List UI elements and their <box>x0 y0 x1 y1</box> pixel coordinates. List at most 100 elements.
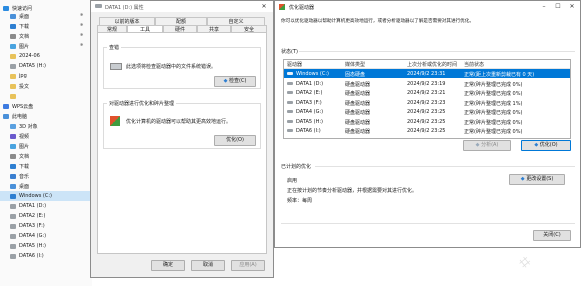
sidebar-item[interactable]: 桌面 <box>0 181 90 191</box>
maximize-icon[interactable]: ☐ <box>551 2 565 11</box>
sidebar-item[interactable]: DATA1 (D:) <box>0 201 90 211</box>
sidebar-item[interactable]: 文档 ✱ <box>0 31 90 41</box>
change-settings-button[interactable]: ◆ 更改设置(S) <box>509 174 565 185</box>
sidebar-item-label: 视频 <box>19 133 30 140</box>
defrag-app-icon <box>279 4 285 10</box>
drive-media-type: 固态硬盘 <box>345 72 366 78</box>
drive-row[interactable]: Windows (C:) 固态硬盘 2024/9/2 23:31 正常(距上次重新剪裁… <box>284 69 570 78</box>
download-folder-icon <box>10 23 16 29</box>
sidebar-item[interactable]: 音乐 <box>0 171 90 181</box>
sidebar-item[interactable]: WPS云盘 <box>0 101 90 111</box>
sidebar-item[interactable]: DATA5 (H:) <box>0 61 90 71</box>
drive-row[interactable]: DATA3 (F:) 硬盘驱动器 2024/9/2 23:23 正常(碎片整理已完成 … <box>284 98 570 107</box>
optimize-button[interactable]: 优化(O) <box>214 135 256 146</box>
close-icon[interactable]: ✕ <box>257 2 271 11</box>
drive-icon <box>10 253 16 259</box>
sidebar-item[interactable]: 下载 <box>0 161 90 171</box>
drive-row[interactable]: DATA2 (E:) 硬盘驱动器 2024/9/2 23:21 正常(碎片整理已完成 … <box>284 88 570 97</box>
windows-drive-icon <box>10 193 16 199</box>
close-button[interactable]: 关闭(C) <box>533 230 571 241</box>
explorer-sidebar: 快速访问 桌面 ✱ 下载 ✱ 文档 ✱ 图片 ✱ 2024-06 DATA5 (H:) jpg 投文 WP… <box>0 0 92 286</box>
drive-media-type: 硬盘驱动器 <box>345 81 371 88</box>
drive-row[interactable]: DATA1 (D:) 硬盘驱动器 2024/9/2 23:19 正常(碎片整理已完成 … <box>284 79 570 88</box>
shield-icon: ◆ <box>520 176 525 182</box>
sidebar-item[interactable]: 文档 <box>0 151 90 161</box>
drive-icon <box>10 63 16 69</box>
folder-icon <box>10 83 16 89</box>
drive-status: 正常(碎片整理已完成 0%) <box>464 129 523 135</box>
analyze-button[interactable]: ◆ 分析(A) <box>463 140 511 151</box>
sidebar-item[interactable]: 视频 <box>0 131 90 141</box>
pictures-folder-icon <box>10 143 16 149</box>
sidebar-item-label: 此电脑 <box>12 113 28 120</box>
drive-icon <box>287 81 293 85</box>
optimize-group: 对驱动器进行优化和碎片整理 优化计算机的驱动器可以帮助其更高效地运行。 优化(O… <box>103 100 261 149</box>
sidebar-item-label: DATA6 (I:) <box>19 253 44 259</box>
pin-icon: ✱ <box>80 22 84 27</box>
3d-objects-icon <box>10 123 16 129</box>
sidebar-item-label: 下载 <box>19 163 30 170</box>
sidebar-item[interactable]: 图片 <box>0 141 90 151</box>
optimize-description: 优化计算机的驱动器可以帮助其更高效地运行。 <box>126 119 232 125</box>
apply-button[interactable]: 应用(A) <box>231 260 265 271</box>
star-icon <box>3 5 9 11</box>
check-button[interactable]: ◆ 检查(C) <box>214 76 256 87</box>
computer-icon <box>3 113 9 119</box>
optimizer-titlebar: 优化驱动器 – ☐ ✕ <box>275 1 580 13</box>
drive-media-type: 硬盘驱动器 <box>345 91 371 97</box>
sidebar-item-label: 桌面 <box>19 183 30 190</box>
drive-media-type: 硬盘驱动器 <box>345 110 371 116</box>
sidebar-item-label: 图片 <box>19 43 30 50</box>
sidebar-item[interactable]: DATA3 (F:) <box>0 221 90 231</box>
properties-titlebar: DATA1 (D:) 属性 ✕ <box>91 1 273 12</box>
column-media-type[interactable]: 媒体类型 <box>345 61 365 68</box>
minimize-icon[interactable]: – <box>537 2 551 11</box>
sidebar-item[interactable]: 此电脑 <box>0 111 90 121</box>
sidebar-item[interactable]: DATA5 (H:) <box>0 241 90 251</box>
sidebar-item[interactable]: DATA4 (G:) <box>0 231 90 241</box>
sidebar-item-label: DATA3 (F:) <box>19 223 45 229</box>
pictures-folder-icon <box>10 43 16 49</box>
drive-last-run: 2024/9/2 23:25 <box>407 118 446 125</box>
schedule-description: 正在按计划的节奏分析驱动器，并根据需要对其进行优化。 <box>287 188 418 194</box>
folder-icon <box>10 53 16 59</box>
sidebar-item-label: 2024-06 <box>19 53 40 59</box>
drive-row[interactable]: DATA4 (G:) 硬盘驱动器 2024/9/2 23:25 正常(碎片整理已完成 … <box>284 107 570 116</box>
sidebar-item-label: 桌面 <box>19 13 30 20</box>
sidebar-item[interactable] <box>0 91 90 101</box>
pin-icon: ✱ <box>80 12 84 17</box>
drive-row[interactable]: DATA6 (I:) 硬盘驱动器 2024/9/2 23:25 正常(碎片整理已完成 … <box>284 126 570 135</box>
drive-status: 正常(碎片整理已完成 0%) <box>464 119 523 126</box>
ok-button[interactable]: 确定 <box>151 260 185 271</box>
sidebar-item[interactable]: Windows (C:) <box>0 191 90 201</box>
column-last-run[interactable]: 上次分析或优化的时间 <box>407 61 457 68</box>
sidebar-item[interactable]: 下载 ✱ <box>0 21 90 31</box>
properties-title: DATA1 (D:) 属性 <box>105 5 144 11</box>
sidebar-item[interactable]: 2024-06 <box>0 51 90 61</box>
sidebar-item[interactable]: DATA2 (E:) <box>0 211 90 221</box>
properties-dialog: DATA1 (D:) 属性 ✕ 以前的版本 配额 自定义 常规 工具 硬件 共享… <box>90 0 274 278</box>
sidebar-item[interactable]: 桌面 ✱ <box>0 11 90 21</box>
sidebar-item[interactable]: DATA6 (I:) <box>0 251 90 261</box>
sidebar-item[interactable]: 投文 <box>0 81 90 91</box>
column-drive[interactable]: 驱动器 <box>287 61 302 68</box>
column-current-status[interactable]: 当前状态 <box>464 61 484 68</box>
tools-panel: 查错 此选项将检查驱动器中的文件系统错误。 ◆ 检查(C) 对驱动器进行优化和碎… <box>97 32 267 254</box>
drive-row[interactable]: DATA5 (H:) 硬盘驱动器 2024/9/2 23:25 正常(碎片整理已完成 … <box>284 117 570 126</box>
drive-media-type: 硬盘驱动器 <box>345 129 371 135</box>
cancel-button[interactable]: 取消 <box>191 260 225 271</box>
sidebar-item[interactable]: 3D 对象 <box>0 121 90 131</box>
download-folder-icon <box>10 163 16 169</box>
drive-check-icon <box>110 63 122 70</box>
drive-icon <box>287 119 293 123</box>
drive-name: DATA5 (H:) <box>296 118 323 125</box>
document-folder-icon <box>10 33 16 39</box>
close-icon[interactable]: ✕ <box>565 2 579 11</box>
scheduled-label: 已计划的优化 <box>281 164 312 170</box>
sidebar-item[interactable]: jpg <box>0 71 90 81</box>
pin-icon: ✱ <box>80 42 84 47</box>
drive-icon <box>287 72 293 75</box>
optimize-drive-button[interactable]: ◆ 优化(O) <box>521 140 571 151</box>
sidebar-item[interactable]: 图片 ✱ <box>0 41 90 51</box>
sidebar-item-label: jpg <box>19 73 27 79</box>
